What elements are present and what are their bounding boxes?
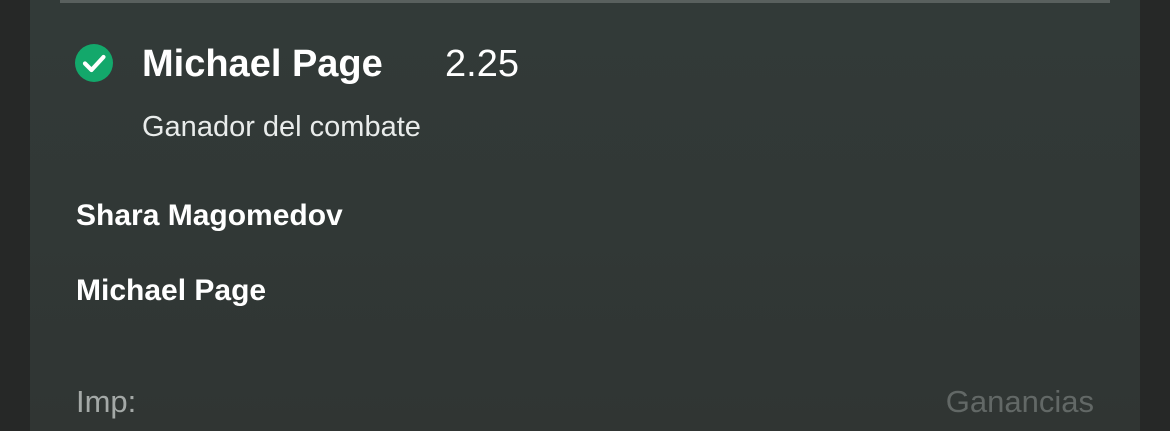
selection-odds[interactable]: 2.25	[445, 40, 519, 88]
top-divider	[60, 0, 1110, 3]
market-name: Ganador del combate	[142, 111, 421, 143]
fighter-option-2[interactable]: Michael Page	[76, 272, 266, 310]
fighter-option-1[interactable]: Shara Magomedov	[76, 197, 343, 235]
screen-background: Michael Page 2.25 Ganador del combate Sh…	[0, 0, 1170, 431]
check-circle-icon	[75, 44, 113, 82]
stake-input-label[interactable]: Imp:	[76, 382, 136, 422]
selection-name: Michael Page	[142, 43, 383, 85]
winnings-label: Ganancias	[945, 384, 1094, 419]
